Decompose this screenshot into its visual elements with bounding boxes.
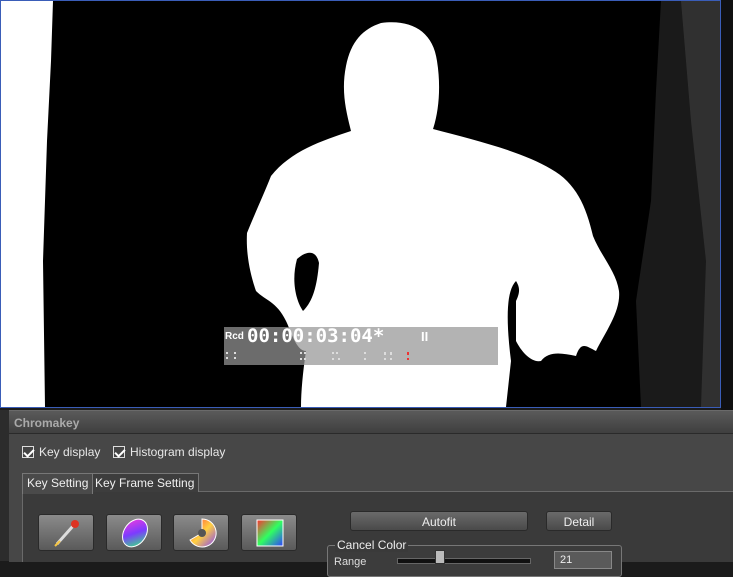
histogram-display-label: Histogram display [130,445,226,459]
eyedropper-icon [54,520,79,547]
color-square-icon [256,519,284,547]
timecode-marker: * [372,325,385,347]
chromakey-panel: Chromakey Key display Histogram display … [9,410,733,577]
timecode-label: Rcd [225,331,244,342]
key-display-label: Key display [39,445,101,459]
color-ellipse-icon [122,518,148,548]
color-ellipse-button[interactable] [106,514,162,551]
color-square-button[interactable] [241,514,297,551]
cancel-color-label: Cancel Color [335,538,409,552]
panel-title: Chromakey [14,416,80,430]
checkbox-checked-icon[interactable] [22,446,34,458]
tab-key-frame-setting[interactable]: Key Frame Setting [90,473,200,493]
detail-button[interactable]: Detail [546,511,612,531]
range-value-input[interactable]: 21 [554,551,612,569]
range-slider-thumb[interactable] [435,550,445,564]
color-wheel-button[interactable] [173,514,229,551]
tab-key-setting[interactable]: Key Setting [22,473,94,494]
timecode-digits: 00:00:03:04 [247,325,373,347]
range-slider[interactable] [397,558,531,564]
audio-meter [226,352,409,360]
key-display-checkbox[interactable]: Key display [22,445,100,459]
panel-title-bar[interactable]: Chromakey [9,411,733,434]
autofit-button[interactable]: Autofit [350,511,528,531]
checkbox-checked-icon[interactable] [113,446,125,458]
timecode-value: 00:00:03:04* [247,325,384,347]
range-label: Range [334,556,367,568]
color-wheel-icon [189,518,217,548]
preview-right-border [721,0,733,410]
pause-icon: II [421,329,429,344]
eyedropper-button[interactable] [38,514,94,551]
histogram-display-checkbox[interactable]: Histogram display [113,445,225,459]
